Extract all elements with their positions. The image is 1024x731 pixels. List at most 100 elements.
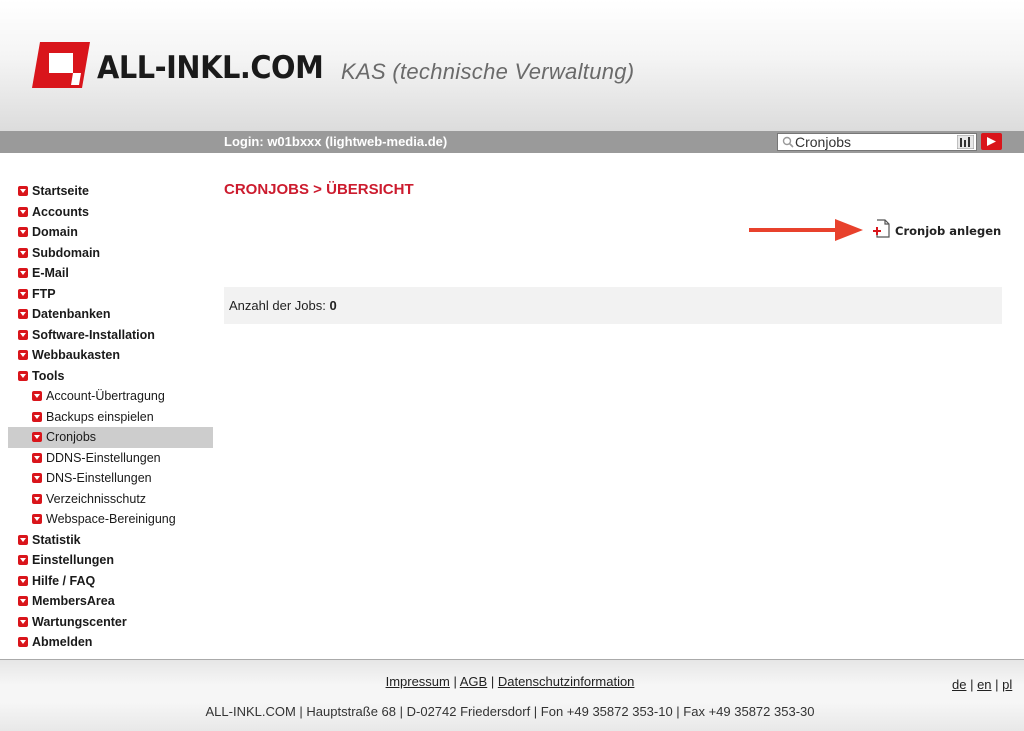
sidebar-nav: Startseite Accounts Domain Subdomain E-M… xyxy=(8,181,213,653)
sidebar-item-accounts[interactable]: Accounts xyxy=(8,202,213,223)
header-subtitle: KAS (technische Verwaltung) xyxy=(341,59,635,84)
top-bar: Login: w01bxxx (lightweb-media.de) xyxy=(0,131,1024,153)
sidebar-subitem-verzeichnisschutz[interactable]: Verzeichnisschutz xyxy=(8,489,213,510)
bullet-icon xyxy=(18,534,28,545)
datenschutz-link[interactable]: Datenschutzinformation xyxy=(498,674,635,689)
sidebar-item-startseite[interactable]: Startseite xyxy=(8,181,213,202)
language-de-link[interactable]: de xyxy=(952,677,966,692)
sidebar-item-ftp[interactable]: FTP xyxy=(8,284,213,305)
search-mode-icon[interactable] xyxy=(957,135,974,149)
sidebar-item-domain[interactable]: Domain xyxy=(8,222,213,243)
sidebar-item-label: Domain xyxy=(32,225,78,240)
jobs-count-label: Anzahl der Jobs: xyxy=(229,298,326,313)
bullet-icon xyxy=(18,350,28,361)
logo-icon[interactable] xyxy=(32,42,90,88)
bullet-icon xyxy=(18,555,28,566)
bullet-icon xyxy=(18,596,28,607)
sidebar-item-tools[interactable]: Tools xyxy=(8,366,213,387)
bullet-icon xyxy=(18,575,28,586)
sidebar-item-label: Wartungscenter xyxy=(32,614,127,629)
sidebar-item-label: Tools xyxy=(32,368,65,383)
bullet-icon xyxy=(18,227,28,238)
brand-name: ALL-INKL.COM xyxy=(97,50,324,86)
sidebar-item-label: DNS-Einstellungen xyxy=(46,471,152,486)
bullet-icon xyxy=(32,452,42,463)
sidebar-item-membersarea[interactable]: MembersArea xyxy=(8,591,213,612)
bullet-icon xyxy=(18,370,28,381)
jobs-count-text: Anzahl der Jobs: 0 xyxy=(229,298,337,313)
sidebar-item-wartungscenter[interactable]: Wartungscenter xyxy=(8,612,213,633)
search-input[interactable] xyxy=(795,134,955,150)
page-title: CRONJOBS > ÜBERSICHT xyxy=(224,181,414,198)
language-switcher: de | en | pl xyxy=(952,677,1013,692)
sidebar-item-label: Backups einspielen xyxy=(46,409,154,424)
sidebar-item-datenbanken[interactable]: Datenbanken xyxy=(8,304,213,325)
sidebar-item-abmelden[interactable]: Abmelden xyxy=(8,632,213,653)
bullet-icon xyxy=(32,432,42,443)
sidebar-item-label: Account-Übertragung xyxy=(46,389,165,404)
bullet-icon xyxy=(32,411,42,422)
sidebar-item-label: Verzeichnisschutz xyxy=(46,491,147,506)
search-icon xyxy=(782,136,794,148)
bullet-icon xyxy=(18,247,28,258)
impressum-link[interactable]: Impressum xyxy=(386,674,450,689)
search-submit-button[interactable] xyxy=(981,133,1002,150)
sidebar-item-label: E-Mail xyxy=(32,266,69,281)
sidebar-item-webbaukasten[interactable]: Webbaukasten xyxy=(8,345,213,366)
sidebar-item-label: DDNS-Einstellungen xyxy=(46,450,161,465)
footer-links: Impressum | AGB | Datenschutzinformation xyxy=(385,674,635,689)
sidebar-item-statistik[interactable]: Statistik xyxy=(8,530,213,551)
bullet-icon xyxy=(18,268,28,279)
bullet-icon xyxy=(18,206,28,217)
sidebar-subitem-dns-einstellungen[interactable]: DNS-Einstellungen xyxy=(8,468,213,489)
sidebar-item-label: Webbaukasten xyxy=(32,348,120,363)
sidebar-item-label: Cronjobs xyxy=(46,430,97,445)
sidebar-item-software-installation[interactable]: Software-Installation xyxy=(8,325,213,346)
add-cronjob-button[interactable]: Cronjob anlegen xyxy=(872,219,1001,238)
sidebar-subitem-account-uebertragung[interactable]: Account-Übertragung xyxy=(8,386,213,407)
sidebar-item-label: Einstellungen xyxy=(32,553,114,568)
bullet-icon xyxy=(18,637,28,648)
new-document-icon xyxy=(873,219,890,238)
sidebar-item-hilfe-faq[interactable]: Hilfe / FAQ xyxy=(8,571,213,592)
sidebar-subitem-backups-einspielen[interactable]: Backups einspielen xyxy=(8,407,213,428)
sidebar-item-label: Statistik xyxy=(32,532,81,547)
header: ALL-INKL.COM KAS (technische Verwaltung) xyxy=(0,0,1024,131)
add-cronjob-label: Cronjob anlegen xyxy=(895,224,1002,238)
sidebar-item-label: MembersArea xyxy=(32,594,115,609)
sidebar-item-label: Subdomain xyxy=(32,245,101,260)
sidebar-subitem-webspace-bereinigung[interactable]: Webspace-Bereinigung xyxy=(8,509,213,530)
bullet-icon xyxy=(18,288,28,299)
sidebar-item-label: Datenbanken xyxy=(32,307,111,322)
language-pl-link[interactable]: pl xyxy=(1002,677,1012,692)
bullet-icon xyxy=(18,329,28,340)
footer-address: ALL-INKL.COM | Hauptstraße 68 | D-02742 … xyxy=(205,704,815,719)
arrow-right-icon xyxy=(749,219,863,241)
sidebar-item-label: Hilfe / FAQ xyxy=(32,573,96,588)
play-icon xyxy=(987,137,996,146)
bullet-icon xyxy=(32,473,42,484)
bullet-icon xyxy=(18,186,28,197)
jobs-summary: Anzahl der Jobs: 0 xyxy=(224,287,1002,324)
sidebar-subitem-ddns-einstellungen[interactable]: DDNS-Einstellungen xyxy=(8,448,213,469)
agb-link[interactable]: AGB xyxy=(460,674,487,689)
sidebar-item-email[interactable]: E-Mail xyxy=(8,263,213,284)
sidebar-item-label: Software-Installation xyxy=(32,327,155,342)
sidebar-item-einstellungen[interactable]: Einstellungen xyxy=(8,550,213,571)
bullet-icon xyxy=(32,391,42,402)
sidebar-item-label: Startseite xyxy=(32,184,89,199)
sidebar-item-label: Accounts xyxy=(32,204,89,219)
sidebar-item-label: Webspace-Bereinigung xyxy=(46,512,176,527)
login-info: Login: w01bxxx (lightweb-media.de) xyxy=(224,134,448,149)
sidebar-subitem-cronjobs[interactable]: Cronjobs xyxy=(8,427,213,448)
bullet-icon xyxy=(18,616,28,627)
jobs-count-value: 0 xyxy=(329,298,337,313)
language-en-link[interactable]: en xyxy=(977,677,991,692)
search-box xyxy=(777,133,977,151)
sidebar-item-label: FTP xyxy=(32,286,56,301)
bullet-icon xyxy=(32,493,42,504)
bullet-icon xyxy=(32,514,42,525)
sidebar-item-subdomain[interactable]: Subdomain xyxy=(8,243,213,264)
bullet-icon xyxy=(18,309,28,320)
footer: Impressum | AGB | Datenschutzinformation… xyxy=(0,659,1024,731)
